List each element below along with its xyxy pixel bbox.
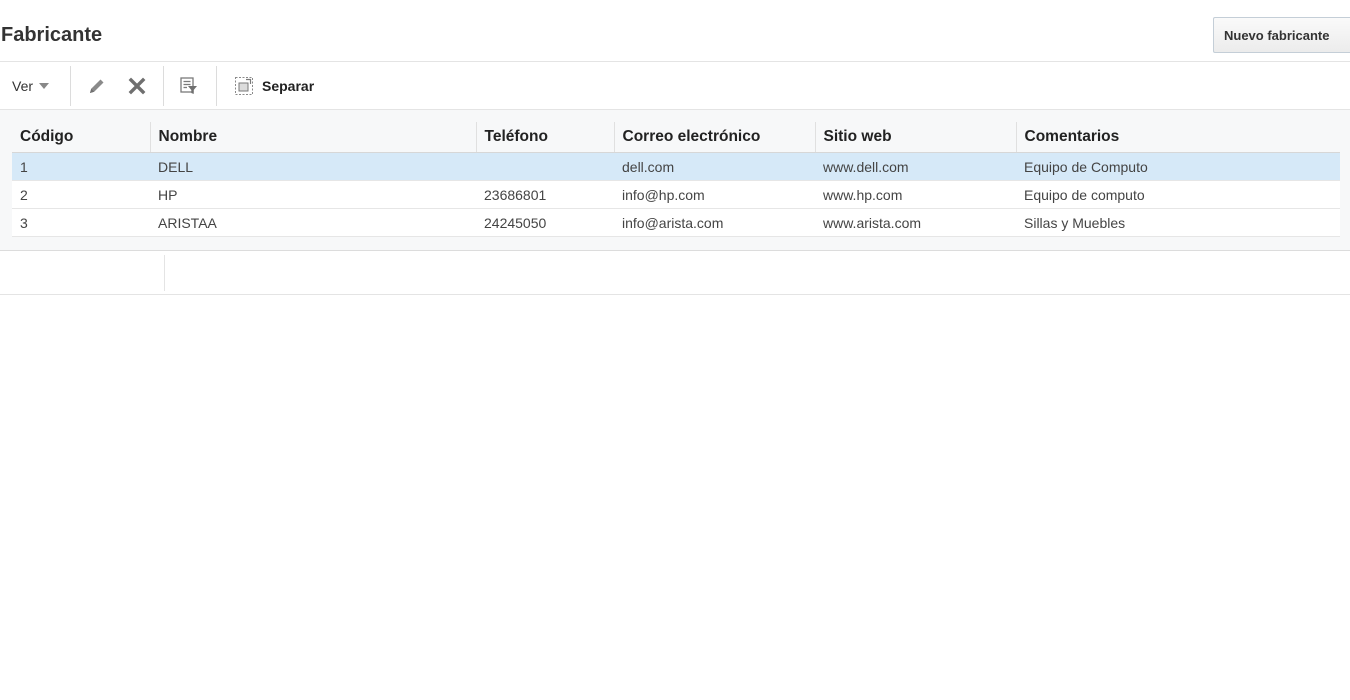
cell-correo: dell.com	[614, 152, 815, 181]
detach-icon	[234, 76, 254, 96]
cell-codigo: 1	[12, 152, 150, 181]
query-by-example-button[interactable]	[178, 63, 200, 109]
cell-codigo: 2	[12, 180, 150, 209]
cell-sitio-web: www.hp.com	[815, 180, 1016, 209]
toolbar-divider	[216, 66, 217, 106]
table-row[interactable]: 3 ARISTAA 24245050 info@arista.com www.a…	[12, 208, 1340, 237]
table-row[interactable]: 1 DELL dell.com www.dell.com Equipo de C…	[12, 152, 1340, 181]
cell-codigo: 3	[12, 208, 150, 237]
cell-comentarios: Equipo de Computo	[1016, 152, 1340, 181]
cell-comentarios: Sillas y Muebles	[1016, 208, 1340, 237]
table-header-row: Código Nombre Teléfono Correo electrónic…	[12, 122, 1340, 153]
caret-down-icon	[39, 83, 50, 89]
detach-button[interactable]: Separar	[234, 63, 314, 109]
delete-button[interactable]	[126, 63, 148, 109]
cell-correo: info@hp.com	[614, 180, 815, 209]
column-header-comentarios[interactable]: Comentarios	[1015, 122, 1340, 153]
detach-label: Separar	[262, 78, 315, 94]
toolbar-divider	[70, 66, 71, 106]
page-header: Fabricante Nuevo fabricante	[0, 0, 1350, 62]
toolbar-divider	[163, 66, 164, 106]
table-row[interactable]: 2 HP 23686801 info@hp.com www.hp.com Equ…	[12, 180, 1340, 209]
footer-divider	[164, 255, 165, 291]
cell-nombre: DELL	[150, 152, 476, 181]
cell-comentarios: Equipo de computo	[1016, 180, 1340, 209]
pencil-icon	[90, 79, 104, 93]
manufacturers-table: Código Nombre Teléfono Correo electrónic…	[12, 122, 1340, 237]
delete-x-icon	[128, 77, 146, 95]
page: Fabricante Nuevo fabricante Ver Separar …	[0, 0, 1350, 700]
cell-correo: info@arista.com	[614, 208, 815, 237]
new-manufacturer-button[interactable]: Nuevo fabricante	[1213, 17, 1350, 53]
view-menu-label: Ver	[12, 78, 34, 94]
cell-telefono: 23686801	[476, 180, 614, 209]
table-toolbar: Ver Separar	[0, 63, 1350, 109]
cell-telefono	[476, 152, 614, 181]
column-header-codigo[interactable]: Código	[12, 122, 150, 153]
edit-button[interactable]	[86, 63, 108, 109]
cell-sitio-web: www.dell.com	[815, 152, 1016, 181]
table-panel: Código Nombre Teléfono Correo electrónic…	[0, 109, 1350, 251]
view-menu[interactable]: Ver	[12, 63, 50, 109]
column-header-nombre[interactable]: Nombre	[149, 122, 476, 153]
cell-nombre: ARISTAA	[150, 208, 476, 237]
column-header-telefono[interactable]: Teléfono	[475, 122, 614, 153]
page-title: Fabricante	[1, 24, 103, 46]
cell-telefono: 24245050	[476, 208, 614, 237]
column-header-correo[interactable]: Correo electrónico	[613, 122, 815, 153]
filter-icon	[180, 77, 197, 94]
table-footer-area	[0, 251, 1350, 295]
cell-sitio-web: www.arista.com	[815, 208, 1016, 237]
column-header-sitio-web[interactable]: Sitio web	[814, 122, 1016, 153]
cell-nombre: HP	[150, 180, 476, 209]
